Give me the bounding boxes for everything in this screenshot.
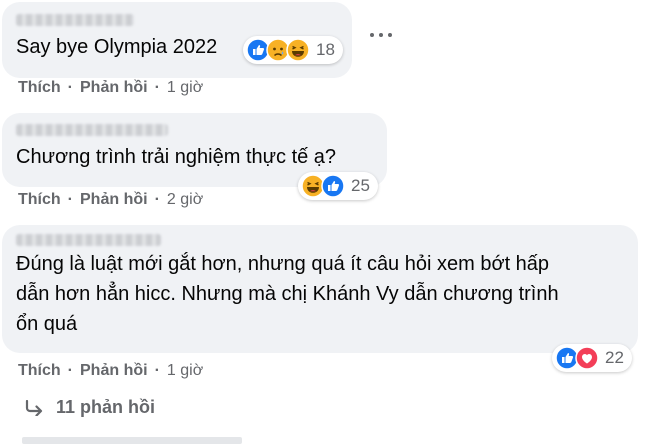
reaction-summary[interactable]: 18 (243, 36, 343, 64)
separator: · (67, 362, 73, 379)
reaction-count: 25 (351, 176, 370, 195)
view-replies-link[interactable]: 11 phản hồi (24, 397, 155, 418)
comment-actions: Thích · Phản hồi · 2 giờ (18, 191, 203, 209)
separator: · (154, 362, 160, 379)
reaction-summary[interactable]: 25 (298, 172, 378, 200)
like-button[interactable]: Thích (18, 362, 61, 380)
comment-actions: Thích · Phản hồi · 1 giờ (18, 79, 203, 97)
commenter-name-redacted[interactable] (16, 14, 134, 26)
separator: · (67, 191, 73, 208)
reaction-count: 18 (316, 40, 335, 59)
reply-button[interactable]: Phản hồi (80, 362, 148, 380)
like-icon (321, 174, 345, 198)
reply-arrow-icon (25, 399, 43, 416)
more-options-icon[interactable] (370, 30, 392, 40)
separator: · (154, 79, 160, 96)
reaction-count: 22 (605, 348, 624, 367)
commenter-name-redacted[interactable] (16, 124, 168, 136)
reply-button[interactable]: Phản hồi (80, 79, 148, 97)
like-button[interactable]: Thích (18, 79, 61, 97)
separator: · (67, 79, 73, 96)
timestamp[interactable]: 1 giờ (167, 362, 203, 380)
comment-thread: Say bye Olympia 2022 18 Thích · Phản hồi… (0, 0, 660, 444)
timestamp[interactable]: 1 giờ (167, 79, 203, 97)
commenter-name-redacted[interactable] (16, 234, 161, 246)
separator: · (154, 191, 160, 208)
reply-button[interactable]: Phản hồi (80, 191, 148, 209)
reaction-summary[interactable]: 22 (552, 344, 632, 372)
comment-bubble: Đúng là luật mới gắt hơn, nhưng quá ít c… (2, 225, 638, 353)
next-comment-cutoff (22, 437, 242, 444)
timestamp[interactable]: 2 giờ (167, 191, 203, 209)
haha-icon (286, 38, 310, 62)
replies-count-label: 11 phản hồi (56, 397, 156, 417)
comment-text: Đúng là luật mới gắt hơn, nhưng quá ít c… (16, 253, 559, 335)
love-icon (575, 346, 599, 370)
like-button[interactable]: Thích (18, 191, 61, 209)
comment-text: Chương trình trải nghiệm thực tế ạ? (16, 146, 337, 168)
comment-actions: Thích · Phản hồi · 1 giờ (18, 362, 203, 380)
